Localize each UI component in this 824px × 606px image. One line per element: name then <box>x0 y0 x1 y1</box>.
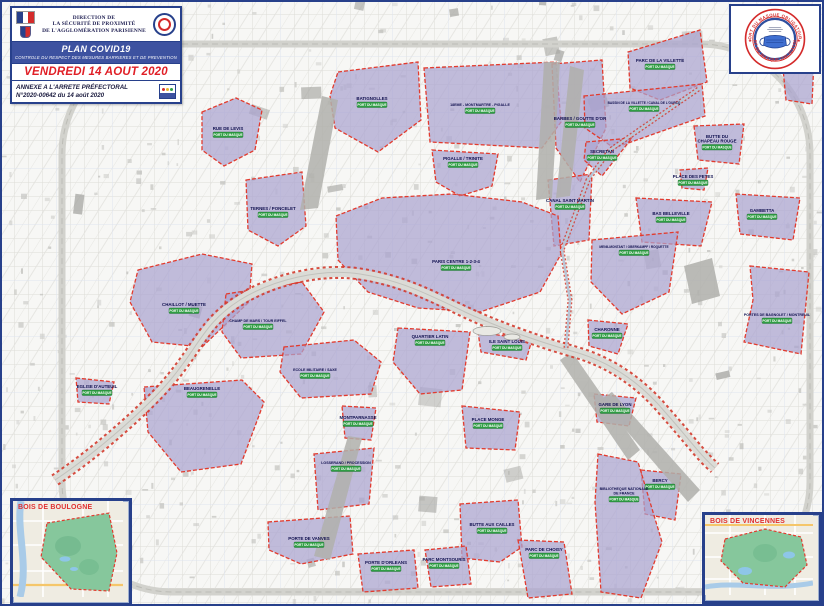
zone-label: PARIS CENTRE 1-2-3-4 <box>432 259 480 264</box>
zone-label: GAMBETTA <box>750 208 775 213</box>
seal-fine-print <box>767 27 783 32</box>
header-direction-row: DIRECTION DE LA SÉCURITÉ DE PROXIMITÉ DE… <box>12 8 180 42</box>
zone-label: BARBES / GOUTTE D'OR <box>554 116 607 121</box>
zone-badge-label: PORT DU MASQUE <box>357 103 386 107</box>
zone-badge-label: PORT DU MASQUE <box>592 334 621 338</box>
unit-logo-icon <box>159 84 176 99</box>
zone-label: BEAUGRENELLE <box>184 386 220 391</box>
zone-label: CHAPEAU ROUGE <box>697 139 736 144</box>
zone-badge-label: PORT DU MASQUE <box>169 309 198 313</box>
plan-subtitle: CONTROLE DU RESPECT DES MESURES BARRIERE… <box>15 55 177 60</box>
zone-label: CHAMP DE MARS / TOUR EIFFEL <box>229 319 287 323</box>
covid-plan-map-page: RUE DE LEVIS PORT DU MASQUE BATIGNOLLES POR… <box>0 0 824 606</box>
inset-bois-de-vincennes: BOIS DE VINCENNES <box>702 512 822 604</box>
zone-label: EGLISE D'AUTEUIL <box>77 384 118 389</box>
zone-badge-label: PORT DU MASQUE <box>441 266 470 270</box>
zone-badge-label: PORT DU MASQUE <box>187 393 216 397</box>
zone-badge-label: PORT DU MASQUE <box>243 325 272 329</box>
zone-badge-label: PORT DU MASQUE <box>645 65 674 69</box>
inset-bois-de-boulogne: BOIS DE BOULOGNE <box>10 498 132 606</box>
zone-badge-label: PORT DU MASQUE <box>477 529 506 533</box>
zone-label: CHARONNE <box>594 327 619 332</box>
zone-label: BASSIN DE LA VILLETTE / CANAL DE L'OURCQ <box>608 101 681 105</box>
zone-badge-label: PORT DU MASQUE <box>331 467 360 471</box>
zone-label: BUTTE AUX CAILLES <box>470 522 515 527</box>
french-flag-icon <box>16 11 35 38</box>
zone-label: RUE DE LEVIS <box>213 126 244 131</box>
annexe-text: ANNEXE A L'ARRETE PRÉFECTORAL N°2020-006… <box>16 84 128 99</box>
zone-badge-label: PORT DU MASQUE <box>82 391 111 395</box>
zone-label: MONTPARNASSE <box>340 415 377 420</box>
zone-label: BIBLIOTHEQUE NATIONALE <box>600 487 649 491</box>
zone-label: PORTES DE BAGNOLET / MONTREUIL <box>744 313 811 317</box>
zone-badge-label: PORT DU MASQUE <box>587 156 616 160</box>
annexe-row: ANNEXE A L'ARRETE PRÉFECTORAL N°2020-006… <box>12 81 180 102</box>
zone-badge-label: PORT DU MASQUE <box>702 146 731 150</box>
police-roundel-icon <box>153 13 176 36</box>
zone-label: CANAL SAINT MARTIN <box>546 198 594 203</box>
zone-label: PARC MONTSOURIS <box>422 557 465 562</box>
zone-badge-label: PORT DU MASQUE <box>555 205 584 209</box>
zone-label: GARE DE LYON <box>598 402 631 407</box>
zone-badge-label: PORT DU MASQUE <box>609 498 638 502</box>
zone-badge-label: PORT DU MASQUE <box>629 107 658 111</box>
zone-badge-label: PORT DU MASQUE <box>343 422 372 426</box>
mask-zone <box>743 265 810 355</box>
zone-badge-label: PORT DU MASQUE <box>258 213 287 217</box>
zone-label: ECOLE MILITAIRE / SAXE <box>293 368 337 372</box>
zone-badge-label: PORT DU MASQUE <box>473 424 502 428</box>
zone-label: PARC DE LA VILLETTE <box>636 58 684 63</box>
zone-label: BERCY <box>652 478 667 483</box>
zone-badge-label: PORT DU MASQUE <box>300 374 329 378</box>
inset-boulogne-label: BOIS DE BOULOGNE <box>18 504 93 511</box>
zone-label: DE FRANCE <box>614 492 636 496</box>
zone-label: PORTE D'ORLEANS <box>365 560 407 565</box>
zone-label: PORTE DE VANVES <box>288 536 329 541</box>
mask-obligatory-badge: PORT DU MASQUE OBLIGATOIRE PORT DU MASQU… <box>729 4 821 74</box>
mask-zone <box>679 167 709 191</box>
zone-badge-label: PORT DU MASQUE <box>465 109 494 113</box>
zone-label: CHAILLOT / MUETTE <box>162 302 206 307</box>
mask-zone <box>693 123 745 165</box>
zone-label: BAS BELLEVILLE <box>652 211 689 216</box>
zone-label: ILE SAINT LOUIS <box>489 339 525 344</box>
zone-badge-label: PORT DU MASQUE <box>294 543 323 547</box>
mask-seal: PORT DU MASQUE OBLIGATOIRE PORT DU MASQU… <box>744 8 806 70</box>
zone-badge-label: PORT DU MASQUE <box>645 485 674 489</box>
zone-badge-label: PORT DU MASQUE <box>600 409 629 413</box>
zone-badge-label: PORT DU MASQUE <box>656 218 685 222</box>
zone-label: PIGALLE / TRINITE <box>443 156 483 161</box>
zone-label: 18EME - MONTMARTRE - PIGALLE <box>450 103 510 107</box>
zone-badge-label: PORT DU MASQUE <box>213 133 242 137</box>
plan-title: PLAN COVID19 <box>61 44 131 54</box>
seine-inset <box>16 501 27 597</box>
zone-badge-label: PORT DU MASQUE <box>619 251 648 255</box>
zone-label: MENILMONTANT / OBERKAMPF / ROQUETTE <box>599 245 668 249</box>
zone-badge-label: PORT DU MASQUE <box>747 215 776 219</box>
zone-badge-label: PORT DU MASQUE <box>492 346 521 350</box>
prefecture-shield-icon <box>20 26 31 38</box>
direction-title: DIRECTION DE LA SÉCURITÉ DE PROXIMITÉ DE… <box>42 14 146 34</box>
header-card: DIRECTION DE LA SÉCURITÉ DE PROXIMITÉ DE… <box>10 6 182 104</box>
inset-vincennes-label: BOIS DE VINCENNES <box>710 518 785 525</box>
zone-label: PARC DE CHOISY <box>525 547 563 552</box>
zone-label: BATIGNOLLES <box>356 96 387 101</box>
zone-label: TERNES / PONCELET <box>250 206 296 211</box>
zone-badge-label: PORT DU MASQUE <box>565 123 594 127</box>
zone-label: SECRETAN <box>590 149 614 154</box>
zone-badge-label: PORT DU MASQUE <box>678 181 707 185</box>
zone-badge-label: PORT DU MASQUE <box>448 163 477 167</box>
zone-label: PLACE MONGE <box>472 417 505 422</box>
plan-title-band: PLAN COVID19 CONTROLE DU RESPECT DES MES… <box>12 42 180 64</box>
zone-badge-label: PORT DU MASQUE <box>429 564 458 568</box>
zone-badge-label: PORT DU MASQUE <box>415 341 444 345</box>
zone-label: QUARTIER LATIN <box>412 334 449 339</box>
zone-label: LOSSERAND / PROCESSION <box>321 461 371 465</box>
zone-badge-label: PORT DU MASQUE <box>762 319 791 323</box>
zone-label: PLACE DES FETES <box>673 174 714 179</box>
zone-badge-label: PORT DU MASQUE <box>529 554 558 558</box>
zone-badge-label: PORT DU MASQUE <box>371 567 400 571</box>
plan-date: VENDREDI 14 AOUT 2020 <box>12 64 180 81</box>
